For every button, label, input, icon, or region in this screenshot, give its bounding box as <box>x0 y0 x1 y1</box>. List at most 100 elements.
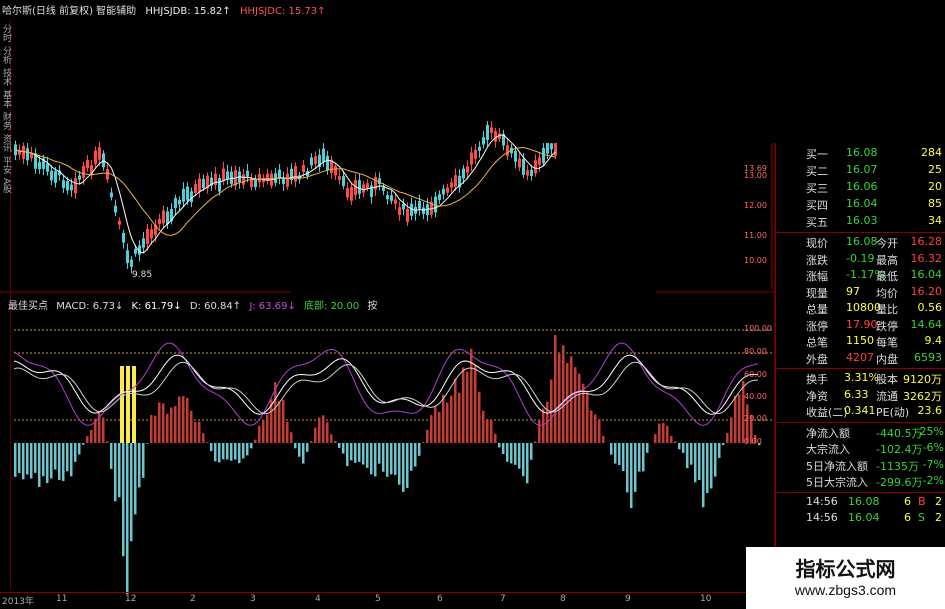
macd-value: MACD: 6.73↓ <box>56 301 124 312</box>
left-strip-item[interactable]: 技术 <box>0 68 13 86</box>
order-book-row: 买四 16.04 85 <box>776 196 945 213</box>
quote-label: 最低 <box>876 270 898 283</box>
candle-body <box>530 169 533 176</box>
candle-body <box>538 157 541 165</box>
candle-body <box>486 124 489 140</box>
flow-row: 5日净流入额 -1135万 -7% <box>776 457 945 474</box>
indicator-axis-label: 40.00 <box>744 392 767 401</box>
macd-bar <box>382 443 385 472</box>
macd-bar <box>158 402 161 443</box>
candle-body <box>534 160 537 174</box>
candle-body <box>218 177 221 192</box>
flow-percent: -2% <box>922 474 944 487</box>
left-strip-item[interactable]: 财务 <box>0 112 13 130</box>
separator <box>776 232 945 233</box>
macd-bar <box>206 442 209 443</box>
macd-bar <box>706 443 709 493</box>
macd-bar <box>226 443 229 460</box>
macd-bar <box>446 402 449 443</box>
left-strip-item[interactable]: 基本 <box>0 90 13 108</box>
macd-bar <box>686 443 689 469</box>
macd-bar <box>318 417 321 443</box>
candle-body <box>26 148 29 161</box>
macd-bar <box>34 443 37 473</box>
candle-body <box>402 203 405 210</box>
candle-body <box>514 150 517 162</box>
flow-row: 净流入额 -440.5万 -25% <box>776 424 945 441</box>
macd-bar <box>702 443 705 508</box>
macd-bar <box>258 425 261 443</box>
price-axis-label: 12.00 <box>744 201 767 210</box>
macd-bar <box>38 443 41 487</box>
quote-row: 总量 10800 量比 0.56 <box>776 300 945 317</box>
macd-bar <box>266 414 269 443</box>
candle-body <box>386 195 389 200</box>
k-line <box>13 354 759 415</box>
macd-bar <box>586 392 589 443</box>
quote-label: 现量 <box>806 286 828 300</box>
candle-body <box>114 205 117 213</box>
left-strip-item[interactable]: 资讯 <box>0 134 13 152</box>
macd-bar <box>442 394 445 443</box>
candle-body <box>546 142 549 154</box>
macd-bar <box>110 443 113 469</box>
macd-bar <box>326 422 329 443</box>
macd-bar <box>330 434 333 443</box>
macd-bar <box>170 407 173 443</box>
candle-body <box>198 178 201 192</box>
macd-bar <box>598 419 601 443</box>
macd-bar <box>490 419 493 443</box>
macd-bar <box>142 443 145 478</box>
macd-bar <box>342 443 345 454</box>
left-strip-item[interactable]: 平安 <box>0 156 13 174</box>
left-strip-item[interactable]: 分析 <box>0 46 13 64</box>
macd-bar <box>134 443 137 515</box>
flow-percent: -7% <box>922 457 944 471</box>
quote-row: 外盘 4207 内盘 6593 <box>776 350 945 367</box>
quote-value: 16.20 <box>910 284 943 298</box>
tick-volume: 6 <box>904 511 911 524</box>
candle-body <box>78 175 81 180</box>
macd-bar <box>262 419 265 443</box>
indicator-name[interactable]: 最佳买点 <box>8 301 48 312</box>
candle-body <box>442 188 445 195</box>
site-watermark: 指标公式网 www.zbgs3.com <box>746 547 945 609</box>
macd-bar <box>22 443 25 480</box>
fundamental-value: 3.31% <box>844 371 879 384</box>
date-tick-label: 2013年 <box>2 597 34 607</box>
macd-bar <box>354 443 357 463</box>
fundamental-label: 股本 <box>876 373 898 386</box>
macd-bar <box>394 443 397 475</box>
left-strip-item[interactable]: A股 <box>0 178 13 193</box>
quote-value: 1150 <box>846 334 874 347</box>
candle-body <box>550 143 553 150</box>
macd-bar <box>674 441 677 443</box>
tick-price: 16.04 <box>848 511 880 524</box>
candle-body <box>358 180 361 194</box>
flow-value: -299.6万 <box>876 476 923 489</box>
quote-label: 涨幅 <box>806 270 828 283</box>
quote-row: 涨幅 -1.17% 最低 16.04 <box>776 267 945 284</box>
fundamental-label: PE(动) <box>876 406 910 419</box>
macd-bar <box>214 443 217 462</box>
low-price-marker: 9.85 <box>132 270 153 280</box>
candle-body <box>362 184 365 193</box>
buy-signal-bar <box>120 366 124 443</box>
macd-bar <box>334 441 337 443</box>
macd-bar <box>278 401 281 443</box>
macd-bar <box>530 443 533 460</box>
macd-bar <box>590 410 593 443</box>
candle-body <box>106 168 109 180</box>
macd-bar <box>422 442 425 443</box>
left-strip-item[interactable]: 分时 <box>0 24 13 42</box>
macd-bar <box>322 415 325 443</box>
macd-bar <box>474 365 477 443</box>
buy-signal-bar <box>132 366 136 443</box>
macd-bar <box>450 395 453 443</box>
macd-bar <box>506 443 509 462</box>
macd-bar <box>414 443 417 467</box>
candle-body <box>418 200 421 209</box>
candle-body <box>518 158 521 168</box>
flow-percent: -25% <box>915 424 944 438</box>
candle-body <box>478 146 481 151</box>
